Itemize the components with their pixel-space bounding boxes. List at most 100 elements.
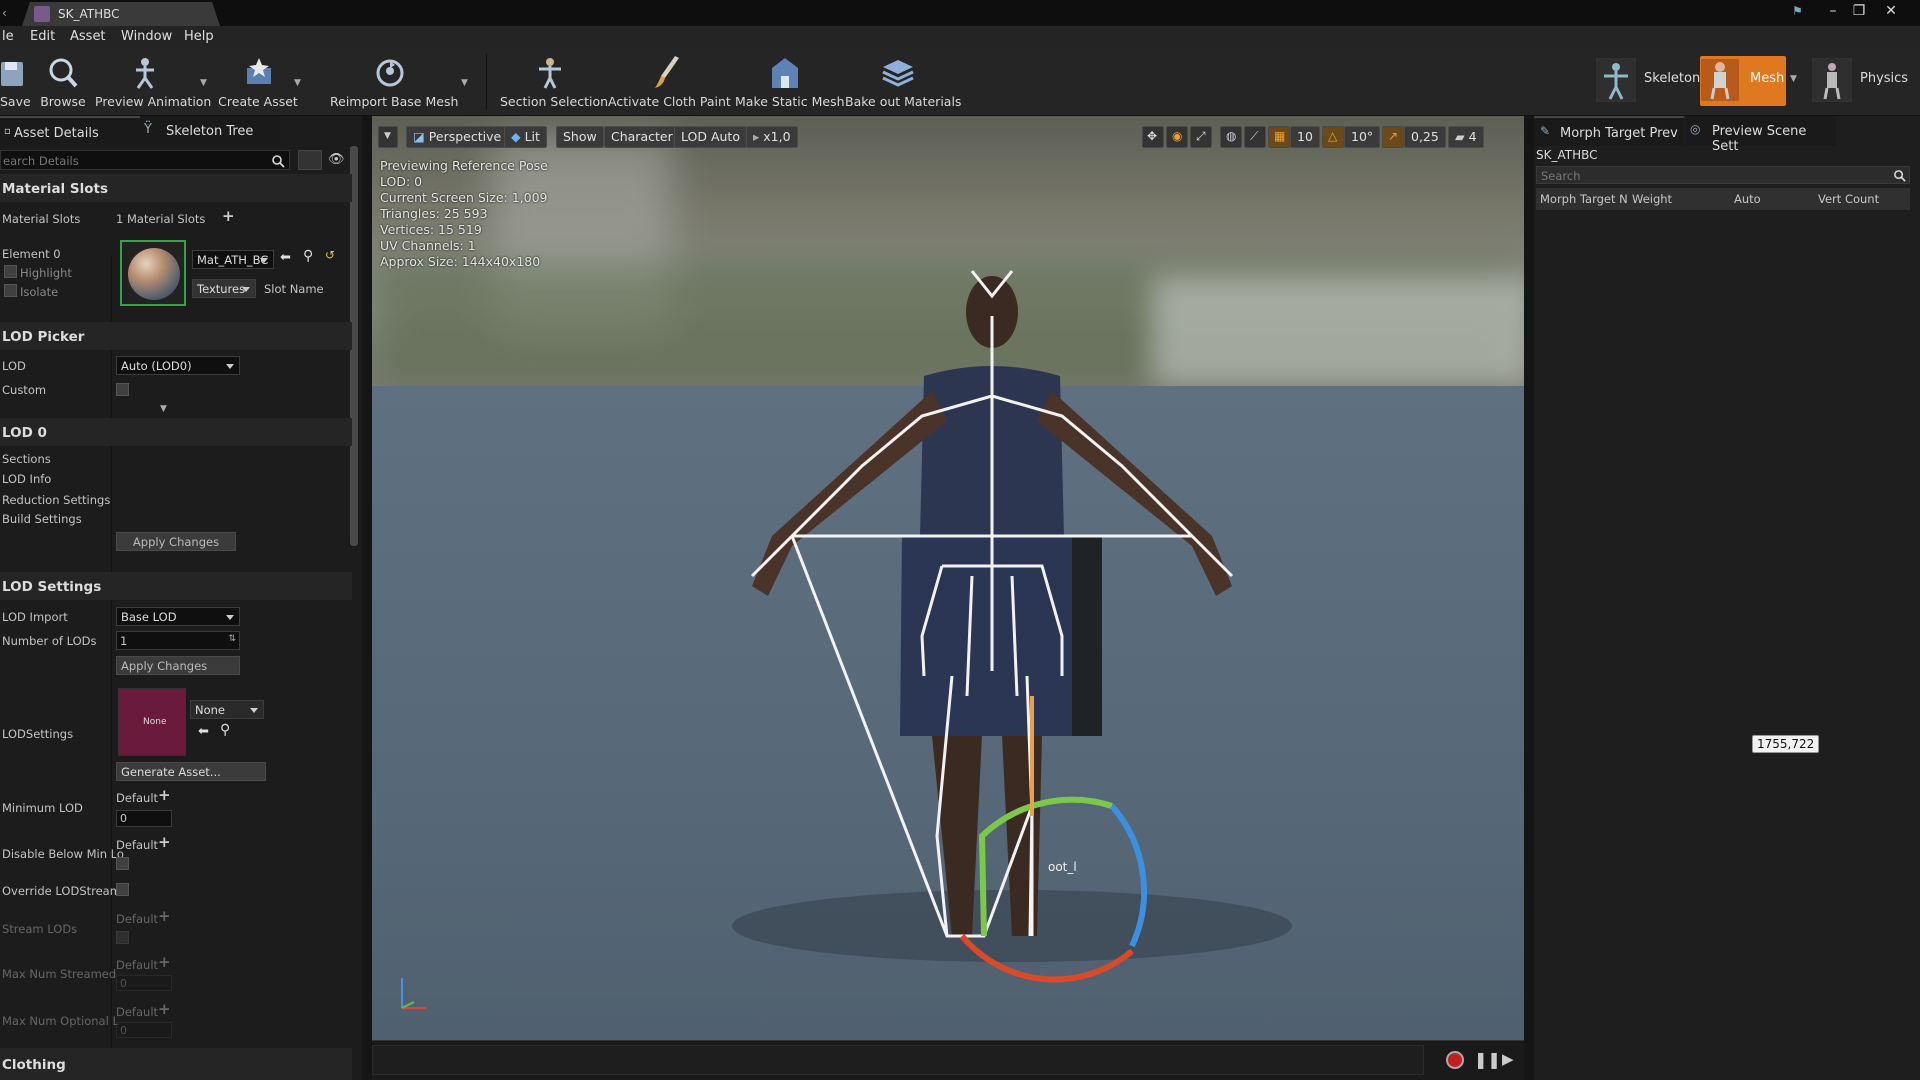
restore-button[interactable]: ❐: [1848, 2, 1870, 20]
mesh-mode-button[interactable]: Mesh: [1700, 56, 1786, 106]
scale-snap-value[interactable]: 0,25: [1404, 126, 1446, 148]
preview-animation-button[interactable]: Preview Animation: [95, 52, 211, 112]
textures-combo[interactable]: Textures: [192, 279, 256, 298]
lodsettings-browse-icon[interactable]: ⚲: [220, 722, 230, 738]
reimport-dropdown-icon[interactable]: ▼: [461, 78, 468, 88]
rotation-snap-icon[interactable]: △: [1322, 126, 1344, 148]
lod0-apply-changes-button[interactable]: Apply Changes: [116, 532, 236, 551]
feedback-icon[interactable]: ⚑: [1792, 4, 1808, 18]
custom-checkbox[interactable]: [116, 383, 129, 396]
scale-tool-icon[interactable]: ⤢: [1190, 126, 1212, 148]
max-streamed-add-icon[interactable]: +: [158, 953, 171, 971]
max-streamed-spinbox[interactable]: 0: [116, 975, 172, 991]
lod-import-combo[interactable]: Base LOD: [116, 607, 240, 626]
minimum-lod-spinbox[interactable]: 0: [116, 810, 172, 827]
override-lod-streaming-checkbox[interactable]: [116, 883, 129, 896]
menu-asset[interactable]: Asset: [70, 29, 106, 44]
step-forward-button[interactable]: ▶: [1502, 1050, 1514, 1068]
menu-file[interactable]: le: [2, 29, 14, 44]
use-selected-arrow-icon[interactable]: ⬅: [280, 250, 291, 265]
tab-asset-details[interactable]: ▫ Asset Details: [0, 116, 140, 146]
disable-below-checkbox[interactable]: [116, 857, 129, 870]
viewport[interactable]: oot_l ▼ ◪ Perspective ◆ Lit Show Charact…: [372, 116, 1524, 1040]
section-material-slots[interactable]: Material Slots: [0, 174, 352, 202]
lod-auto-button[interactable]: LOD Auto: [674, 126, 747, 148]
reset-icon[interactable]: ↺: [325, 248, 335, 262]
create-asset-button[interactable]: Create Asset: [218, 52, 298, 112]
number-of-lods-spinbox[interactable]: 1 ⇅: [116, 631, 240, 650]
material-thumbnail[interactable]: [120, 240, 186, 306]
section-lod-settings[interactable]: LOD Settings: [0, 572, 352, 600]
expand-advanced-icon[interactable]: ▼: [160, 404, 167, 414]
world-local-icon[interactable]: ◍: [1220, 126, 1242, 148]
grid-snap-value[interactable]: 10: [1290, 126, 1320, 148]
minimize-button[interactable]: –: [1822, 2, 1844, 20]
surface-snap-icon[interactable]: ⟋: [1244, 126, 1266, 148]
column-vert-count[interactable]: Vert Count: [1818, 192, 1879, 206]
show-button[interactable]: Show: [556, 126, 604, 148]
highlight-checkbox[interactable]: [4, 265, 17, 278]
playback-speed-button[interactable]: ▸ x1,0: [746, 126, 798, 148]
character-button[interactable]: Character: [604, 126, 680, 148]
section-clothing[interactable]: Clothing: [0, 1048, 352, 1080]
preview-animation-dropdown-icon[interactable]: ▼: [200, 78, 207, 88]
activate-cloth-paint-button[interactable]: Activate Cloth Paint: [608, 52, 731, 112]
menu-help[interactable]: Help: [184, 29, 214, 44]
column-auto[interactable]: Auto: [1734, 192, 1761, 206]
view-options-grid-icon[interactable]: [298, 150, 322, 170]
browse-asset-icon[interactable]: ⚲: [303, 248, 313, 264]
isolate-checkbox[interactable]: [4, 284, 17, 297]
section-selection-button[interactable]: Section Selection: [500, 52, 608, 112]
stream-lods-add-icon[interactable]: +: [158, 907, 171, 925]
timeline-scrubber[interactable]: [372, 1045, 1424, 1075]
pause-button[interactable]: ❚❚: [1474, 1050, 1501, 1069]
lod-combo[interactable]: Auto (LOD0): [116, 356, 240, 375]
reimport-base-mesh-button[interactable]: Reimport Base Mesh: [330, 52, 458, 112]
morph-search-input[interactable]: Search: [1536, 166, 1910, 184]
menu-window[interactable]: Window: [121, 29, 172, 44]
lodsettings-asset-combo[interactable]: None: [190, 700, 264, 719]
lit-button[interactable]: ◆ Lit: [504, 126, 547, 148]
translate-tool-icon[interactable]: ✥: [1142, 126, 1164, 148]
viewport-options-dropdown[interactable]: ▼: [378, 126, 398, 148]
save-button[interactable]: Save: [0, 52, 31, 112]
tab-morph-target-preview[interactable]: ✎ Morph Target Prev: [1534, 116, 1684, 146]
scale-snap-icon[interactable]: ↗: [1382, 126, 1404, 148]
lod0-build-settings[interactable]: Build Settings: [2, 512, 82, 526]
section-lod-picker[interactable]: LOD Picker: [0, 322, 352, 350]
rotate-tool-icon[interactable]: ◉: [1166, 126, 1188, 148]
create-asset-dropdown-icon[interactable]: ▼: [294, 78, 301, 88]
mesh-mode-dropdown-icon[interactable]: ▼: [1790, 74, 1797, 84]
section-lod-0[interactable]: LOD 0: [0, 418, 352, 446]
lodsettings-thumbnail[interactable]: None: [118, 688, 186, 756]
column-morph-target-name[interactable]: Morph Target N: [1540, 192, 1628, 206]
visibility-eye-icon[interactable]: 👁: [328, 152, 345, 167]
max-optional-spinbox[interactable]: 0: [116, 1022, 172, 1038]
lodsettings-use-selected-icon[interactable]: ⬅: [198, 724, 209, 739]
back-icon[interactable]: ‹: [2, 6, 7, 20]
tab-preview-scene-settings[interactable]: ◎ Preview Scene Sett: [1686, 116, 1836, 154]
close-button[interactable]: ✕: [1880, 2, 1902, 20]
perspective-button[interactable]: ◪ Perspective: [406, 126, 509, 148]
add-material-slot-icon[interactable]: +: [222, 207, 235, 225]
tab-skeleton-tree[interactable]: Ÿ Skeleton Tree: [140, 116, 280, 146]
minimum-lod-add-icon[interactable]: +: [158, 786, 171, 804]
generate-asset-button[interactable]: Generate Asset...: [116, 762, 266, 781]
rotation-snap-value[interactable]: 10°: [1344, 126, 1381, 148]
disable-below-add-icon[interactable]: +: [158, 833, 171, 851]
record-button[interactable]: [1446, 1051, 1464, 1069]
document-tab[interactable]: SK_ATHBC: [22, 2, 220, 26]
menu-edit[interactable]: Edit: [30, 29, 55, 44]
lod0-sections[interactable]: Sections: [2, 452, 51, 466]
physics-mode-button[interactable]: Physics: [1812, 56, 1912, 106]
lod0-lod-info[interactable]: LOD Info: [2, 472, 51, 486]
lod0-reduction-settings[interactable]: Reduction Settings: [2, 493, 110, 507]
camera-speed-button[interactable]: ▰ 4: [1448, 126, 1484, 148]
column-weight[interactable]: Weight: [1632, 192, 1672, 206]
details-search-input[interactable]: earch Details: [0, 150, 290, 170]
skeleton-mode-button[interactable]: Skeleton: [1596, 56, 1700, 106]
bake-out-materials-button[interactable]: Bake out Materials: [845, 52, 961, 112]
stream-lods-checkbox[interactable]: [116, 931, 129, 944]
make-static-mesh-button[interactable]: Make Static Mesh: [735, 52, 845, 112]
browse-button[interactable]: Browse: [38, 52, 88, 112]
